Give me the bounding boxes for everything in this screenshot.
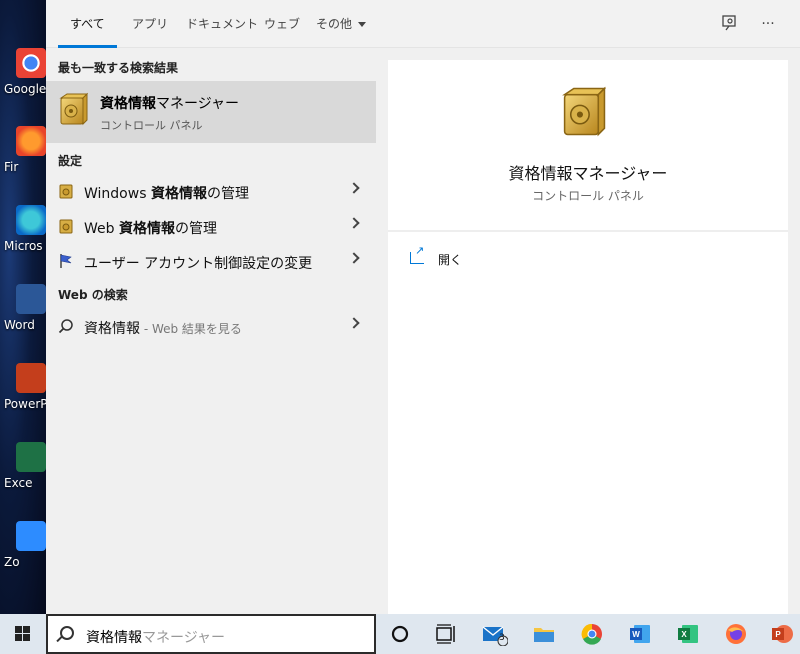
desktop-icon-label: PowerPo	[4, 397, 46, 411]
search-input[interactable]: 資格情報マネージャー	[86, 627, 225, 647]
best-match-heading: 最も一致する検索結果	[58, 61, 179, 75]
desktop-icon-label: Fir	[4, 160, 19, 174]
tab-documents[interactable]: ドキュメント	[186, 0, 258, 48]
web-search-heading: Web の検索	[58, 288, 128, 302]
desktop-icon-google-chrome[interactable]: Google	[0, 48, 46, 96]
desktop-icon-powerpoint[interactable]: PowerPo	[0, 363, 46, 411]
mail-app-button[interactable]: 3	[482, 622, 509, 647]
firefox-icon	[16, 126, 46, 156]
chevron-right-icon[interactable]	[348, 317, 360, 329]
credential-manager-icon	[59, 219, 73, 234]
powerpoint-icon[interactable]: P	[770, 622, 794, 646]
settings-item-windows-credentials[interactable]: Windows 資格情報の管理	[46, 174, 376, 208]
chevron-right-icon[interactable]	[348, 252, 360, 264]
tab-all[interactable]: すべて	[58, 0, 117, 48]
mail-badge: 3	[499, 633, 505, 643]
desktop-icon-excel[interactable]: Exce	[0, 442, 46, 490]
more-options-icon[interactable]: ···	[758, 14, 778, 34]
svg-text:X: X	[681, 630, 687, 639]
chevron-right-icon[interactable]	[348, 217, 360, 229]
word-icon	[16, 284, 46, 314]
open-label: 開く	[438, 253, 463, 267]
credential-manager-icon	[59, 92, 88, 126]
results-list: 最も一致する検索結果 資格情報マネージャー コントロール パネル 設定 Wind…	[46, 48, 376, 614]
desktop-icon-edge[interactable]: Micros	[0, 205, 46, 253]
zoom-icon	[16, 521, 46, 551]
excel-icon[interactable]: X	[676, 622, 700, 646]
settings-item-label: Web 資格情報の管理	[84, 221, 217, 237]
desktop-icon-label: Micros	[4, 239, 43, 253]
chrome-icon[interactable]	[580, 622, 604, 646]
taskbar-search-box[interactable]: 資格情報マネージャー	[46, 614, 376, 654]
web-search-result[interactable]: 資格情報 - Web 結果を見る	[46, 309, 376, 343]
firefox-icon[interactable]	[724, 622, 748, 646]
desktop-icon-label: Exce	[4, 476, 33, 490]
excel-icon	[16, 442, 46, 472]
start-button[interactable]	[0, 614, 46, 654]
chrome-icon	[16, 48, 46, 78]
desktop-icon-label: Zo	[4, 555, 20, 569]
filter-tab-bar: すべて アプリ ドキュメント ウェブ その他 ···	[46, 0, 800, 48]
open-icon	[410, 244, 424, 264]
tab-more-label: その他	[316, 17, 353, 31]
settings-item-label: Windows 資格情報の管理	[84, 186, 249, 202]
best-match-subtitle: コントロール パネル	[100, 119, 203, 132]
settings-item-uac[interactable]: ユーザー アカウント制御設定の変更	[46, 244, 376, 278]
settings-item-web-credentials[interactable]: Web 資格情報の管理	[46, 209, 376, 243]
preview-subtitle: コントロール パネル	[532, 189, 644, 203]
credential-manager-icon	[562, 86, 606, 137]
desktop-icon-firefox[interactable]: Fir	[0, 126, 46, 174]
tab-apps[interactable]: アプリ	[132, 0, 168, 48]
credential-manager-icon	[59, 184, 73, 199]
preview-pane: 資格情報マネージャー コントロール パネル 開く	[388, 60, 788, 614]
search-icon	[58, 319, 73, 334]
desktop-icon-label: Word	[4, 318, 35, 332]
desktop-background: Google Fir Micros Word PowerPo Exce Zo	[0, 0, 46, 614]
desktop-icon-word[interactable]: Word	[0, 284, 46, 332]
preview-header: 資格情報マネージャー コントロール パネル	[388, 60, 788, 232]
desktop-icon-zoom[interactable]: Zo	[0, 521, 46, 569]
file-explorer-icon[interactable]	[532, 622, 556, 646]
tab-more[interactable]: その他	[316, 0, 367, 48]
cortana-icon[interactable]	[388, 622, 412, 646]
settings-heading: 設定	[58, 154, 83, 168]
settings-item-label: ユーザー アカウント制御設定の変更	[84, 256, 313, 272]
web-search-label: 資格情報 - Web 結果を見る	[84, 321, 242, 337]
desktop-icon-label: Google	[4, 82, 46, 96]
search-panel: すべて アプリ ドキュメント ウェブ その他 ··· 最も一致する検索結果 資格…	[46, 0, 800, 614]
tab-web[interactable]: ウェブ	[264, 0, 300, 48]
word-icon[interactable]: W	[628, 622, 652, 646]
best-match-result[interactable]: 資格情報マネージャー コントロール パネル	[46, 81, 376, 143]
svg-text:W: W	[632, 630, 640, 639]
preview-title: 資格情報マネージャー	[508, 164, 668, 183]
taskbar: 資格情報マネージャー 3 W X P	[0, 614, 800, 654]
svg-text:P: P	[775, 630, 781, 639]
task-view-icon[interactable]	[434, 622, 458, 646]
chevron-right-icon[interactable]	[348, 182, 360, 194]
best-match-title: 資格情報マネージャー	[100, 96, 240, 112]
search-icon	[60, 626, 74, 640]
chevron-down-icon	[358, 22, 367, 27]
powerpoint-icon	[16, 363, 46, 393]
feedback-icon[interactable]	[720, 14, 740, 34]
uac-flag-icon	[60, 254, 72, 268]
edge-icon	[16, 205, 46, 235]
